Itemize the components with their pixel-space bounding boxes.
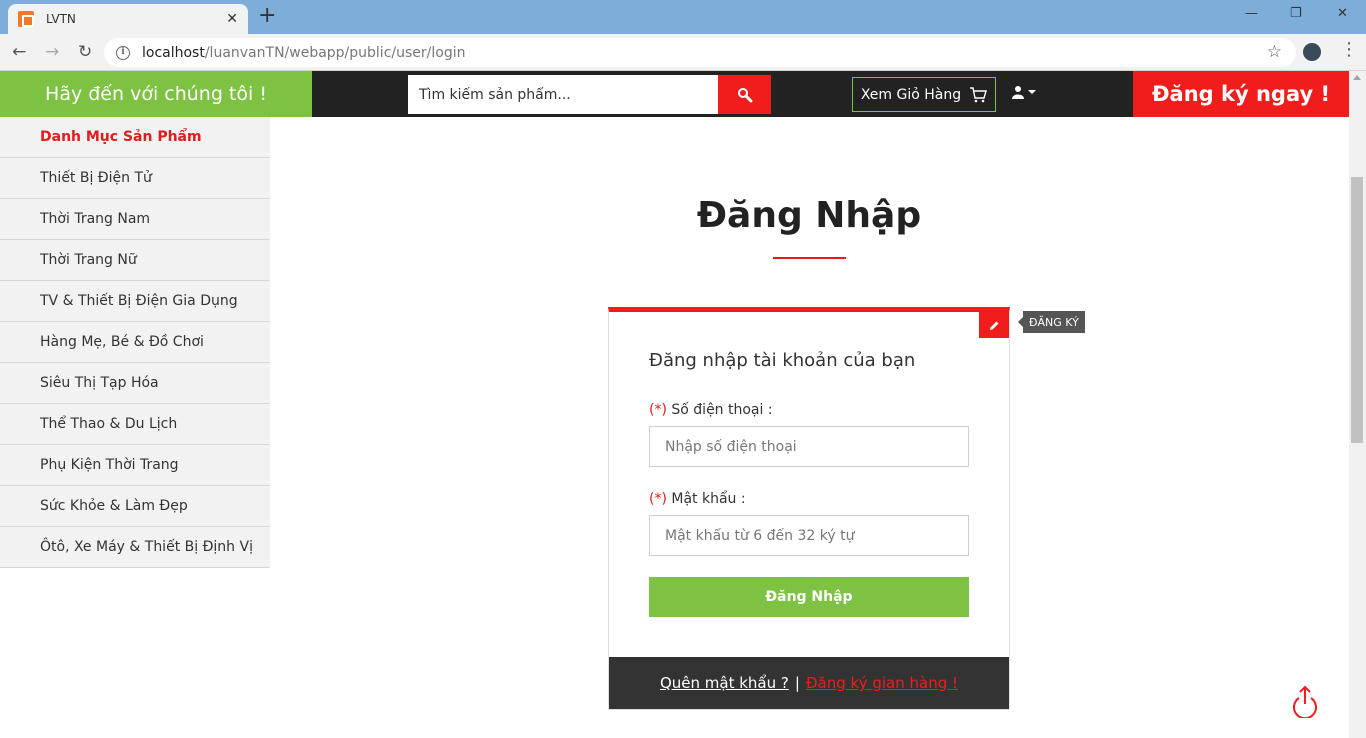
sidebar-item-tv-appliances[interactable]: TV & Thiết Bị Điện Gia Dụng <box>0 281 270 322</box>
sidebar-item-auto-moto-gps[interactable]: Ôtô, Xe Máy & Thiết Bị Định Vị <box>0 527 270 568</box>
password-label-text: Mật khẩu : <box>671 491 746 507</box>
sidebar-heading: Danh Mục Sản Phẩm <box>0 117 270 158</box>
xampp-favicon-icon <box>18 11 34 27</box>
tab-title: LVTN <box>46 12 76 26</box>
browser-tab[interactable]: LVTN ✕ <box>8 4 248 34</box>
scroll-thumb[interactable] <box>1351 177 1363 443</box>
register-now-button[interactable]: Đăng ký ngay ! <box>1133 71 1349 117</box>
register-shop-link[interactable]: Đăng ký gian hàng ! <box>806 674 958 692</box>
browser-tab-bar: LVTN ✕ + — ❐ ✕ <box>0 0 1366 34</box>
phone-label-text: Số điện thoại : <box>671 402 773 418</box>
sidebar-item-mother-baby-toys[interactable]: Hàng Mẹ, Bé & Đồ Chơi <box>0 322 270 363</box>
page-title: Đăng Nhập <box>696 195 922 236</box>
minimize-icon[interactable]: — <box>1245 6 1258 21</box>
sidebar-item-health-beauty[interactable]: Sức Khỏe & Làm Đẹp <box>0 486 270 527</box>
cart-label: Xem Giỏ Hàng <box>860 86 962 103</box>
required-mark: (*) <box>649 402 667 418</box>
info-icon[interactable]: i <box>116 45 130 60</box>
sidebar-item-grocery[interactable]: Siêu Thị Tạp Hóa <box>0 363 270 404</box>
view-cart-button[interactable]: Xem Giỏ Hàng <box>852 77 996 112</box>
sidebar-item-fashion-accessories[interactable]: Phụ Kiện Thời Trang <box>0 445 270 486</box>
scroll-up-arrow-icon[interactable] <box>1353 75 1361 80</box>
footer-separator: | <box>794 674 800 692</box>
sidebar-item-womens-fashion[interactable]: Thời Trang Nữ <box>0 240 270 281</box>
profile-avatar-icon[interactable] <box>1303 43 1321 61</box>
pencil-icon <box>989 321 998 330</box>
url-host: localhost <box>142 44 205 61</box>
category-sidebar: Danh Mục Sản Phẩm Thiết Bị Điện Tử Thời … <box>0 117 270 568</box>
window-close-icon[interactable]: ✕ <box>1337 6 1348 21</box>
user-icon <box>1012 86 1024 99</box>
new-tab-button[interactable]: + <box>258 5 276 27</box>
back-arrow-icon[interactable]: ← <box>12 42 26 62</box>
required-mark: (*) <box>649 491 667 507</box>
user-menu-dropdown[interactable] <box>1012 85 1036 99</box>
page-scrollbar[interactable] <box>1349 71 1366 738</box>
bookmark-star-icon[interactable]: ☆ <box>1267 42 1282 62</box>
welcome-banner: Hãy đến với chúng tôi ! <box>0 71 312 117</box>
search-button[interactable] <box>718 75 771 114</box>
address-bar: ← → ↻ i localhost /luanvanTN/webapp/publ… <box>0 34 1366 71</box>
forgot-password-link[interactable]: Quên mật khẩu ? <box>660 674 789 692</box>
search-input[interactable] <box>408 75 718 114</box>
password-field[interactable] <box>649 515 969 556</box>
card-heading: Đăng nhập tài khoản của bạn <box>649 350 916 371</box>
cart-icon <box>970 86 988 102</box>
browser-menu-icon[interactable]: ⋮ <box>1340 40 1358 60</box>
reload-icon[interactable]: ↻ <box>78 42 92 62</box>
register-tooltip: ĐĂNG KÝ <box>1018 311 1085 333</box>
chevron-down-icon <box>1028 90 1036 94</box>
sidebar-item-mens-fashion[interactable]: Thời Trang Nam <box>0 199 270 240</box>
title-underline <box>773 257 846 259</box>
phone-field[interactable] <box>649 426 969 467</box>
forward-arrow-icon[interactable]: → <box>45 42 59 62</box>
phone-label: (*) Số điện thoại : <box>649 402 773 418</box>
tab-close-icon[interactable]: ✕ <box>226 11 238 27</box>
card-footer: Quên mật khẩu ? | Đăng ký gian hàng ! <box>609 657 1009 709</box>
password-label: (*) Mật khẩu : <box>649 491 746 507</box>
scroll-to-top-icon[interactable] <box>1292 684 1318 718</box>
sidebar-item-electronics[interactable]: Thiết Bị Điện Tử <box>0 158 270 199</box>
page-viewport: Hãy đến với chúng tôi ! Xem Giỏ Hàng Đăn… <box>0 71 1349 738</box>
sidebar-item-sports-travel[interactable]: Thể Thao & Du Lịch <box>0 404 270 445</box>
url-field[interactable]: i localhost /luanvanTN/webapp/public/use… <box>104 38 1296 67</box>
site-header: Hãy đến với chúng tôi ! Xem Giỏ Hàng Đăn… <box>0 71 1349 117</box>
login-button[interactable]: Đăng Nhập <box>649 577 969 617</box>
register-toggle-button[interactable] <box>979 312 1009 338</box>
url-path: /luanvanTN/webapp/public/user/login <box>204 44 466 61</box>
restore-icon[interactable]: ❐ <box>1290 6 1302 21</box>
search-icon <box>737 87 752 102</box>
